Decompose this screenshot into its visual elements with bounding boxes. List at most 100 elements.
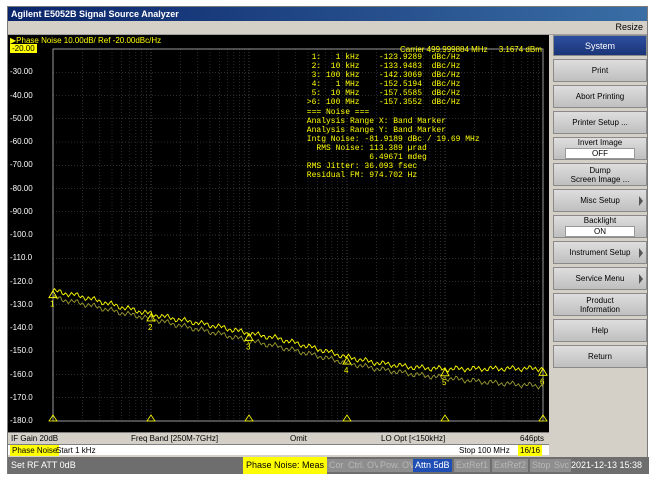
softkey-menu: System Print Abort Printing Printer Setu…: [553, 35, 647, 368]
marker-label: 2: [148, 323, 153, 332]
bottom-status-bar: Set RF ATT 0dB Phase Noise: Meas Cor Ctr…: [8, 457, 649, 474]
points-count[interactable]: 646pts: [520, 433, 544, 444]
marker-table: 1: 1 kHz -123.9289 dBc/Hz 2: 10 kHz -133…: [302, 53, 480, 180]
marker-table-line: 6.49671 mdeg: [302, 153, 427, 163]
submenu-arrow-icon: [639, 195, 643, 206]
abort-printing-label: Abort Printing: [575, 92, 625, 101]
marker-table-line: >6: 100 MHz -157.3552 dBc/Hz: [302, 98, 461, 108]
marker-table-line: Residual FM: 974.702 Hz: [302, 171, 418, 181]
marker-table-line: === Noise ===: [302, 107, 370, 117]
backlight-label: Backlight: [583, 216, 617, 225]
y-tick-label: -60.00: [10, 137, 33, 146]
submenu-arrow-icon: [639, 273, 643, 284]
y-tick-label: -100.0: [10, 230, 33, 239]
instrument-setup-label: Instrument Setup: [569, 248, 631, 257]
help-button[interactable]: Help: [553, 319, 647, 342]
start-frequency[interactable]: Start 1 kHz: [56, 445, 96, 456]
marker-table-line: 2: 10 kHz -133.9483 dBc/Hz: [302, 62, 461, 72]
y-tick-label: -180.0: [10, 416, 33, 425]
y-tick-label: -70.00: [10, 160, 33, 170]
printer-setup-button[interactable]: Printer Setup ...: [553, 111, 647, 134]
analyzer-window: Agilent E5052B Signal Source Analyzer Re…: [7, 6, 649, 474]
trace-title-text: Phase Noise 10.00dB/ Ref -20.00dBc/Hz: [16, 36, 162, 45]
marker-label: 6: [540, 377, 545, 386]
return-button[interactable]: Return: [553, 345, 647, 368]
attn-indicator: Attn 5dB: [413, 459, 452, 472]
y-tick-label: -110.0: [10, 253, 33, 263]
resize-button[interactable]: Resize: [615, 22, 643, 32]
marker-table-line: 3: 100 kHz -142.3069 dBc/Hz: [302, 71, 461, 81]
svc-indicator: Svc: [552, 459, 572, 472]
y-tick-label: -150.0: [10, 346, 33, 356]
rf-att: Set RF ATT 0dB: [11, 460, 76, 470]
y-tick-label: -80.00: [10, 183, 33, 193]
return-label: Return: [587, 352, 612, 361]
instrument-setup-button[interactable]: Instrument Setup: [553, 241, 647, 264]
printer-setup-label: Printer Setup ...: [572, 118, 628, 127]
marker-table-line: 1: 1 kHz -123.9289 dBc/Hz: [302, 53, 461, 62]
stop-indicator: Stop: [530, 459, 553, 472]
misc-setup-button[interactable]: Misc Setup: [553, 189, 647, 212]
status-row-2: Phase Noise Start 1 kHz Stop 100 MHz 16/…: [8, 444, 549, 456]
backlight-button[interactable]: Backlight ON: [553, 215, 647, 238]
y-tick-label: -140.0: [10, 323, 33, 332]
menu-bar: Resize: [8, 21, 647, 35]
marker-label: 3: [246, 342, 251, 351]
stop-frequency[interactable]: Stop 100 MHz: [459, 445, 510, 456]
invert-image-state: OFF: [565, 148, 635, 159]
if-gain[interactable]: IF Gain 20dB: [11, 433, 58, 444]
y-tick-label: -170.0: [10, 392, 33, 402]
extref2-indicator: ExtRef2: [492, 459, 529, 472]
product-label: Product: [586, 295, 614, 305]
dump-label-2: Screen Image ...: [570, 174, 630, 184]
extref1-indicator: ExtRef1: [454, 459, 491, 472]
pow-ov-indicator: Pow. OV: [378, 459, 418, 472]
y-tick-label: -40.00: [10, 90, 33, 100]
y-tick-label: -90.00: [10, 206, 33, 216]
marker-table-line: 4: 1 MHz -152.5194 dBc/Hz: [302, 80, 461, 90]
range-indicator: 16/16: [518, 445, 543, 456]
marker-table-line: 5: 10 MHz -157.5585 dBc/Hz: [302, 89, 461, 99]
abort-printing-button[interactable]: Abort Printing: [553, 85, 647, 108]
dump-screen-image-button[interactable]: Dump Screen Image ...: [553, 163, 647, 186]
trace-line: [52, 287, 544, 373]
window-title: Agilent E5052B Signal Source Analyzer: [8, 7, 647, 21]
marker-table-line: RMS Noise: 113.389 µrad: [302, 143, 427, 153]
meas-indicator: Phase Noise: Meas: [243, 457, 328, 474]
product-information-button[interactable]: Product Information: [553, 293, 647, 316]
marker-table-line: RMS Jitter: 36.093 fsec: [302, 162, 418, 172]
marker-label: 1: [50, 300, 55, 309]
service-menu-button[interactable]: Service Menu: [553, 267, 647, 290]
marker-label: 5: [442, 378, 447, 387]
freq-band[interactable]: Freq Band [250M-7GHz]: [131, 433, 218, 444]
y-tick-label: -50.00: [10, 113, 33, 123]
marker-table-line: Analysis Range X: Band Marker: [302, 116, 447, 126]
y-tick-label: -30.00: [10, 67, 33, 77]
help-label: Help: [591, 326, 609, 335]
backlight-state: ON: [565, 226, 635, 237]
status-row-1: IF Gain 20dB Freq Band [250M-7GHz] Omit …: [8, 432, 549, 443]
marker-table-line: Intg Noise: -81.9189 dBc / 19.69 MHz: [302, 134, 480, 144]
service-menu-label: Service Menu: [575, 274, 625, 283]
lo-opt[interactable]: LO Opt [<150kHz]: [381, 433, 445, 444]
date-time: 2021-12-13 15:38: [571, 460, 643, 470]
cor-indicator: Cor: [327, 459, 346, 472]
omit-label[interactable]: Omit: [290, 433, 307, 444]
meas-chip[interactable]: Phase Noise: [10, 445, 60, 456]
invert-image-button[interactable]: Invert Image OFF: [553, 137, 647, 160]
marker-table-line: Analysis Range Y: Band Marker: [302, 125, 447, 135]
y-tick-label: -120.0: [10, 276, 33, 286]
y-tick-label: -160.0: [10, 369, 33, 379]
print-button[interactable]: Print: [553, 59, 647, 82]
reference-level-label: -20.00: [10, 44, 37, 53]
print-label: Print: [591, 66, 609, 75]
invert-image-label: Invert Image: [577, 138, 623, 147]
dump-label: Dump: [589, 165, 611, 175]
misc-setup-label: Misc Setup: [580, 196, 620, 205]
product-label-2: Information: [579, 304, 621, 314]
y-tick-label: -130.0: [10, 299, 33, 309]
marker-label: 4: [344, 366, 349, 375]
submenu-arrow-icon: [639, 247, 643, 258]
ctrl-ov-indicator: Ctrl. OV: [346, 459, 383, 472]
measurement-screen: 123456 ▶Phase Noise 10.00dB/ Ref -20.00d…: [8, 35, 549, 432]
